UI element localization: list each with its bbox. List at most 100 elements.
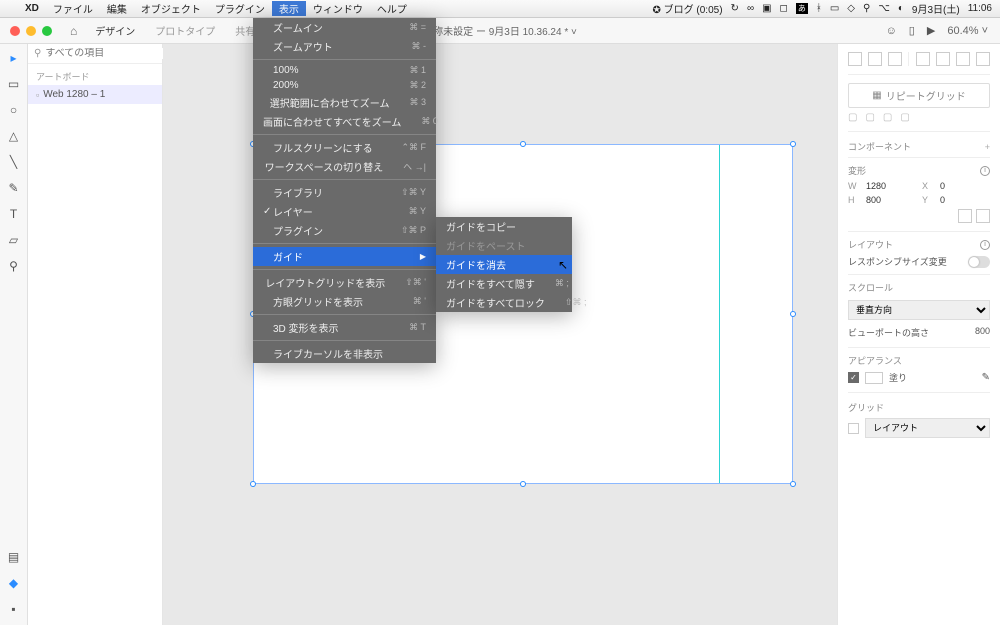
ellipse-tool[interactable]: ○ <box>6 102 22 118</box>
libraries-icon[interactable]: ▤ <box>6 549 22 565</box>
boolean-add-icon[interactable]: ▢ <box>848 112 857 123</box>
boolean-subtract-icon[interactable]: ▢ <box>865 112 874 123</box>
menu-window[interactable]: ウィンドウ <box>306 1 370 16</box>
h-input[interactable]: 800 <box>866 195 916 205</box>
align-center-v-icon[interactable] <box>936 52 950 66</box>
fill-checkbox[interactable]: ✓ <box>848 372 859 383</box>
viewport-input[interactable]: 800 <box>975 326 990 339</box>
add-component-button[interactable]: + <box>985 142 990 152</box>
submenu-clear-guides[interactable]: ガイドを消去 <box>436 255 572 274</box>
menu-zoom-in[interactable]: ズームイン⌘ = <box>253 18 436 37</box>
home-icon[interactable]: ⌂ <box>70 24 77 38</box>
app-menu[interactable]: XD <box>18 3 46 14</box>
align-right-icon[interactable] <box>888 52 902 66</box>
tray-icon[interactable]: ▣ <box>762 3 771 14</box>
battery-icon[interactable]: ▭ <box>830 3 839 14</box>
close-window-button[interactable] <box>10 26 20 36</box>
flip-icon[interactable] <box>976 209 990 223</box>
minimize-window-button[interactable] <box>26 26 36 36</box>
info-icon[interactable]: i <box>980 240 990 250</box>
select-tool[interactable]: ▸ <box>6 50 22 66</box>
user-icon[interactable]: ☺ <box>886 25 897 37</box>
creative-cloud-icon[interactable]: ∞ <box>747 3 754 14</box>
polygon-tool[interactable]: △ <box>6 128 22 144</box>
bluetooth-icon[interactable]: ᚼ <box>816 3 822 14</box>
distribute-icon[interactable] <box>976 52 990 66</box>
menu-square-grid[interactable]: 方眼グリッドを表示⌘ ' <box>253 292 436 311</box>
align-center-h-icon[interactable] <box>868 52 882 66</box>
menu-100[interactable]: 100%⌘ 1 <box>253 63 436 78</box>
tab-design[interactable]: デザイン <box>85 23 145 38</box>
submenu-hide-all-guides[interactable]: ガイドをすべて隠す⌘ ; <box>436 274 572 293</box>
menu-fit-selection[interactable]: 選択範囲に合わせてズーム⌘ 3 <box>253 93 436 112</box>
search-input[interactable] <box>45 48 177 59</box>
boolean-intersect-icon[interactable]: ▢ <box>883 112 892 123</box>
tab-prototype[interactable]: プロトタイプ <box>145 23 225 38</box>
responsive-toggle[interactable] <box>968 256 990 268</box>
menubar-date[interactable]: 9月3日(土) <box>912 1 960 16</box>
blog-status[interactable]: ✪ ブログ (0:05) <box>652 1 722 16</box>
resize-handle[interactable] <box>790 311 796 317</box>
siri-icon[interactable]: ◐ <box>898 3 904 14</box>
device-preview-icon[interactable]: ▯ <box>909 24 915 37</box>
submenu-lock-all-guides[interactable]: ガイドをすべてロック⇧⌘ ; <box>436 293 572 312</box>
menu-fit-all[interactable]: 画面に合わせてすべてをズーム⌘ 0 <box>253 112 436 131</box>
menu-layout-grid[interactable]: レイアウトグリッドを表示⇧⌘ ' <box>253 273 436 292</box>
play-button[interactable]: ▶ <box>927 24 935 37</box>
boolean-exclude-icon[interactable]: ▢ <box>900 112 909 123</box>
menu-edit[interactable]: 編集 <box>100 1 134 16</box>
menu-guides[interactable]: ガイド▶ <box>253 247 436 266</box>
rectangle-tool[interactable]: ▭ <box>6 76 22 92</box>
menu-layers[interactable]: ✓レイヤー⌘ Y <box>253 202 436 221</box>
w-input[interactable]: 1280 <box>866 181 916 191</box>
y-input[interactable]: 0 <box>940 195 990 205</box>
layer-item[interactable]: Web 1280 – 1 <box>28 85 162 104</box>
info-icon[interactable]: i <box>980 166 990 176</box>
ime-icon[interactable]: あ <box>796 3 808 14</box>
text-tool[interactable]: T <box>6 206 22 222</box>
align-top-icon[interactable] <box>916 52 930 66</box>
spotlight-icon[interactable]: ⚲ <box>863 3 870 14</box>
repeat-grid-button[interactable]: ▦ リピートグリッド <box>848 83 990 108</box>
grid-checkbox[interactable] <box>848 423 859 434</box>
grid-select[interactable]: レイアウト <box>865 418 990 438</box>
menu-zoom-out[interactable]: ズームアウト⌘ - <box>253 37 436 56</box>
document-title[interactable]: 名称未設定 ー 9月3日 10.36.24 * ˅ <box>423 23 577 38</box>
resize-handle[interactable] <box>790 481 796 487</box>
menu-view[interactable]: 表示 <box>272 1 306 16</box>
menu-help[interactable]: ヘルプ <box>370 1 414 16</box>
menu-plugin[interactable]: プラグイン <box>208 1 272 16</box>
control-center-icon[interactable]: ⌥ <box>878 3 890 14</box>
zoom-tool[interactable]: ⚲ <box>6 258 22 274</box>
menu-200[interactable]: 200%⌘ 2 <box>253 78 436 93</box>
menu-3d-transform[interactable]: 3D 変形を表示⌘ T <box>253 318 436 337</box>
menu-object[interactable]: オブジェクト <box>134 1 208 16</box>
fill-swatch[interactable] <box>865 372 883 384</box>
menu-file[interactable]: ファイル <box>46 1 100 16</box>
guide-vertical[interactable] <box>719 145 720 483</box>
menubar-time[interactable]: 11:06 <box>968 3 992 14</box>
resize-handle[interactable] <box>520 481 526 487</box>
wifi-icon[interactable]: ◇ <box>847 3 855 14</box>
align-bottom-icon[interactable] <box>956 52 970 66</box>
menu-workspace[interactable]: ワークスペースの切り替えヘ →| <box>253 157 436 176</box>
menu-library[interactable]: ライブラリ⇧⌘ Y <box>253 183 436 202</box>
pen-tool[interactable]: ✎ <box>6 180 22 196</box>
screen-icon[interactable]: ◻ <box>780 3 788 14</box>
eyedropper-icon[interactable]: ✎ <box>982 372 990 383</box>
scroll-select[interactable]: 垂直方向 <box>848 300 990 320</box>
menu-fullscreen[interactable]: フルスクリーンにする⌃⌘ F <box>253 138 436 157</box>
zoom-level[interactable]: 60.4% ˅ <box>947 25 988 37</box>
x-input[interactable]: 0 <box>940 181 990 191</box>
rotate-icon[interactable] <box>958 209 972 223</box>
submenu-copy-guides[interactable]: ガイドをコピー <box>436 217 572 236</box>
resize-handle[interactable] <box>790 141 796 147</box>
layers-icon[interactable]: ◆ <box>6 575 22 591</box>
align-left-icon[interactable] <box>848 52 862 66</box>
menu-plugins[interactable]: プラグイン⇧⌘ P <box>253 221 436 240</box>
line-tool[interactable]: ╲ <box>6 154 22 170</box>
resize-handle[interactable] <box>250 481 256 487</box>
resize-handle[interactable] <box>520 141 526 147</box>
sync-icon[interactable]: ↻ <box>731 3 739 14</box>
zoom-window-button[interactable] <box>42 26 52 36</box>
